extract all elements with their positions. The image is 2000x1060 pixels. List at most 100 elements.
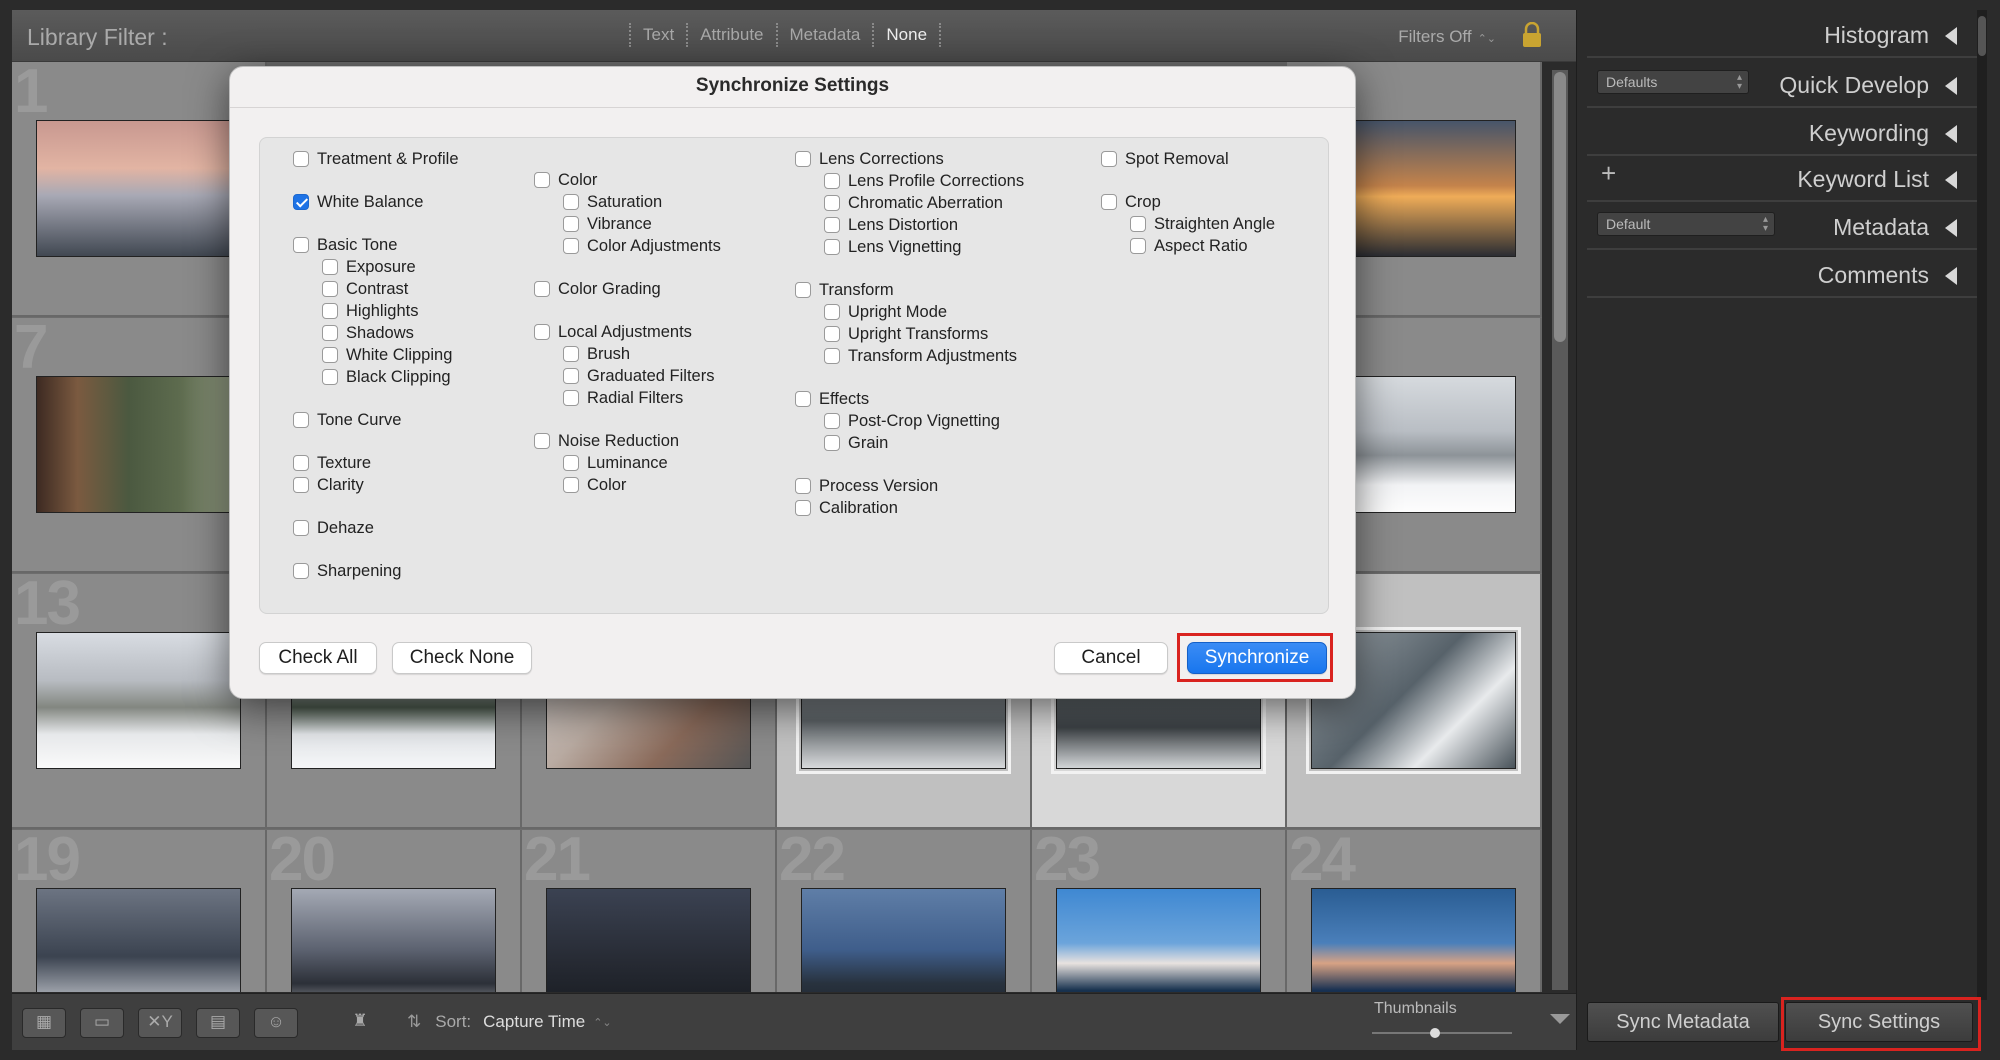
checkbox-box[interactable] — [1130, 216, 1146, 232]
graduated-filters-checkbox[interactable]: Graduated Filters — [563, 365, 714, 387]
checkbox-box[interactable] — [563, 216, 579, 232]
checkbox-box[interactable] — [534, 172, 550, 188]
straighten-angle-checkbox[interactable]: Straighten Angle — [1130, 213, 1275, 235]
checkbox-box[interactable] — [795, 282, 811, 298]
checkbox-box[interactable] — [293, 151, 309, 167]
photo-thumbnail[interactable] — [36, 632, 241, 769]
photo-thumbnail[interactable] — [546, 888, 751, 992]
compare-view-button[interactable]: ✕Y — [138, 1008, 182, 1038]
effects-checkbox[interactable]: Effects — [795, 388, 869, 410]
filter-option-text[interactable]: Text — [643, 25, 674, 45]
checkbox-box[interactable] — [824, 435, 840, 451]
checkbox-box[interactable] — [824, 195, 840, 211]
photo-thumbnail[interactable] — [291, 888, 496, 992]
photo-thumbnail[interactable] — [36, 888, 241, 992]
color-adjustments-checkbox[interactable]: Color Adjustments — [563, 235, 721, 257]
sync-metadata-button[interactable]: Sync Metadata — [1587, 1002, 1779, 1042]
survey-view-button[interactable]: ▤ — [196, 1008, 240, 1038]
grid-cell[interactable]: 24 — [1287, 830, 1542, 992]
noise-reduction-checkbox[interactable]: Noise Reduction — [534, 430, 679, 452]
checkbox-box[interactable] — [293, 563, 309, 579]
transform-adjustments-checkbox[interactable]: Transform Adjustments — [824, 345, 1017, 367]
grid-cell[interactable]: 19 — [12, 830, 267, 992]
checkbox-box[interactable] — [1101, 151, 1117, 167]
photo-thumbnail[interactable] — [36, 120, 241, 257]
white-clipping-checkbox[interactable]: White Clipping — [322, 344, 452, 366]
metadata-preset-select[interactable]: Default ▴ ▾ — [1597, 212, 1775, 236]
filters-off-dropdown[interactable]: Filters Off ⌃⌄ — [1398, 27, 1496, 47]
metadata-panel-header[interactable]: Default ▴ ▾ Metadata — [1587, 204, 1977, 250]
upright-transforms-checkbox[interactable]: Upright Transforms — [824, 323, 988, 345]
tone-curve-checkbox[interactable]: Tone Curve — [293, 409, 401, 431]
checkbox-box[interactable] — [322, 281, 338, 297]
keywording-panel-header[interactable]: Keywording — [1587, 110, 1977, 156]
treatment-profile-checkbox[interactable]: Treatment & Profile — [293, 148, 459, 170]
lock-icon[interactable] — [1521, 22, 1543, 48]
keyword-list-panel-header[interactable]: + Keyword List — [1587, 156, 1977, 202]
checkbox-box[interactable] — [824, 217, 840, 233]
plus-icon[interactable]: + — [1601, 158, 1616, 189]
calibration-checkbox[interactable]: Calibration — [795, 497, 898, 519]
photo-thumbnail[interactable] — [36, 376, 241, 513]
checkbox-box[interactable] — [534, 281, 550, 297]
chromatic-aberration-checkbox[interactable]: Chromatic Aberration — [824, 192, 1003, 214]
photo-thumbnail[interactable] — [1311, 888, 1516, 992]
checkbox-box[interactable] — [322, 325, 338, 341]
check-all-button[interactable]: Check All — [259, 642, 377, 674]
grid-scrollbar[interactable] — [1552, 70, 1568, 990]
process-version-checkbox[interactable]: Process Version — [795, 475, 938, 497]
checkbox-box[interactable] — [293, 477, 309, 493]
checkbox-box[interactable] — [824, 173, 840, 189]
texture-checkbox[interactable]: Texture — [293, 452, 371, 474]
crop-checkbox[interactable]: Crop — [1101, 191, 1161, 213]
photo-thumbnail[interactable] — [801, 888, 1006, 992]
black-clipping-checkbox[interactable]: Black Clipping — [322, 366, 451, 388]
grid-cell[interactable]: 23 — [1032, 830, 1287, 992]
lens-corrections-checkbox[interactable]: Lens Corrections — [795, 148, 944, 170]
photo-thumbnail[interactable] — [1056, 888, 1261, 992]
thumbnail-size-slider[interactable] — [1372, 1032, 1512, 1034]
checkbox-box[interactable] — [824, 413, 840, 429]
checkbox-box[interactable] — [534, 324, 550, 340]
checkbox-box[interactable] — [563, 194, 579, 210]
color-grading-checkbox[interactable]: Color Grading — [534, 278, 661, 300]
spot-removal-checkbox[interactable]: Spot Removal — [1101, 148, 1229, 170]
toolbar-menu-icon[interactable] — [1550, 1014, 1570, 1024]
grid-cell[interactable]: 22 — [777, 830, 1032, 992]
checkbox-box[interactable] — [795, 151, 811, 167]
checkbox-box[interactable] — [293, 237, 309, 253]
grid-cell[interactable]: 21 — [522, 830, 777, 992]
basic-tone-checkbox[interactable]: Basic Tone — [293, 234, 397, 256]
checkbox-box[interactable] — [563, 390, 579, 406]
saturation-checkbox[interactable]: Saturation — [563, 191, 662, 213]
check-none-button[interactable]: Check None — [392, 642, 532, 674]
lens-vignetting-checkbox[interactable]: Lens Vignetting — [824, 236, 961, 258]
checkbox-box[interactable] — [563, 238, 579, 254]
grain-checkbox[interactable]: Grain — [824, 432, 888, 454]
nr-color-checkbox[interactable]: Color — [563, 474, 626, 496]
checkbox-box[interactable] — [563, 477, 579, 493]
sharpening-checkbox[interactable]: Sharpening — [293, 560, 401, 582]
histogram-panel-header[interactable]: Histogram — [1587, 12, 1977, 58]
upright-mode-checkbox[interactable]: Upright Mode — [824, 301, 947, 323]
post-crop-vignetting-checkbox[interactable]: Post-Crop Vignetting — [824, 410, 1000, 432]
filter-option-none[interactable]: None — [886, 25, 927, 45]
lens-distortion-checkbox[interactable]: Lens Distortion — [824, 214, 958, 236]
filter-option-metadata[interactable]: Metadata — [790, 25, 861, 45]
checkbox-box[interactable] — [563, 346, 579, 362]
checkbox-box[interactable] — [563, 455, 579, 471]
highlights-checkbox[interactable]: Highlights — [322, 300, 418, 322]
local-adjustments-checkbox[interactable]: Local Adjustments — [534, 321, 692, 343]
comments-panel-header[interactable]: Comments — [1587, 252, 1977, 298]
luminance-checkbox[interactable]: Luminance — [563, 452, 668, 474]
white-balance-checkbox[interactable]: White Balance — [293, 191, 423, 213]
radial-filters-checkbox[interactable]: Radial Filters — [563, 387, 683, 409]
grid-scroll-thumb[interactable] — [1554, 72, 1566, 342]
checkbox-box[interactable] — [824, 326, 840, 342]
sort-value[interactable]: Capture Time — [483, 1012, 585, 1032]
checkbox-box[interactable] — [293, 455, 309, 471]
grid-view-button[interactable]: ▦ — [22, 1008, 66, 1038]
sort-control[interactable]: ⇅ Sort: Capture Time ⌃⌄ — [407, 1012, 612, 1032]
grid-cell[interactable]: 20 — [267, 830, 522, 992]
checkbox-box[interactable] — [795, 478, 811, 494]
